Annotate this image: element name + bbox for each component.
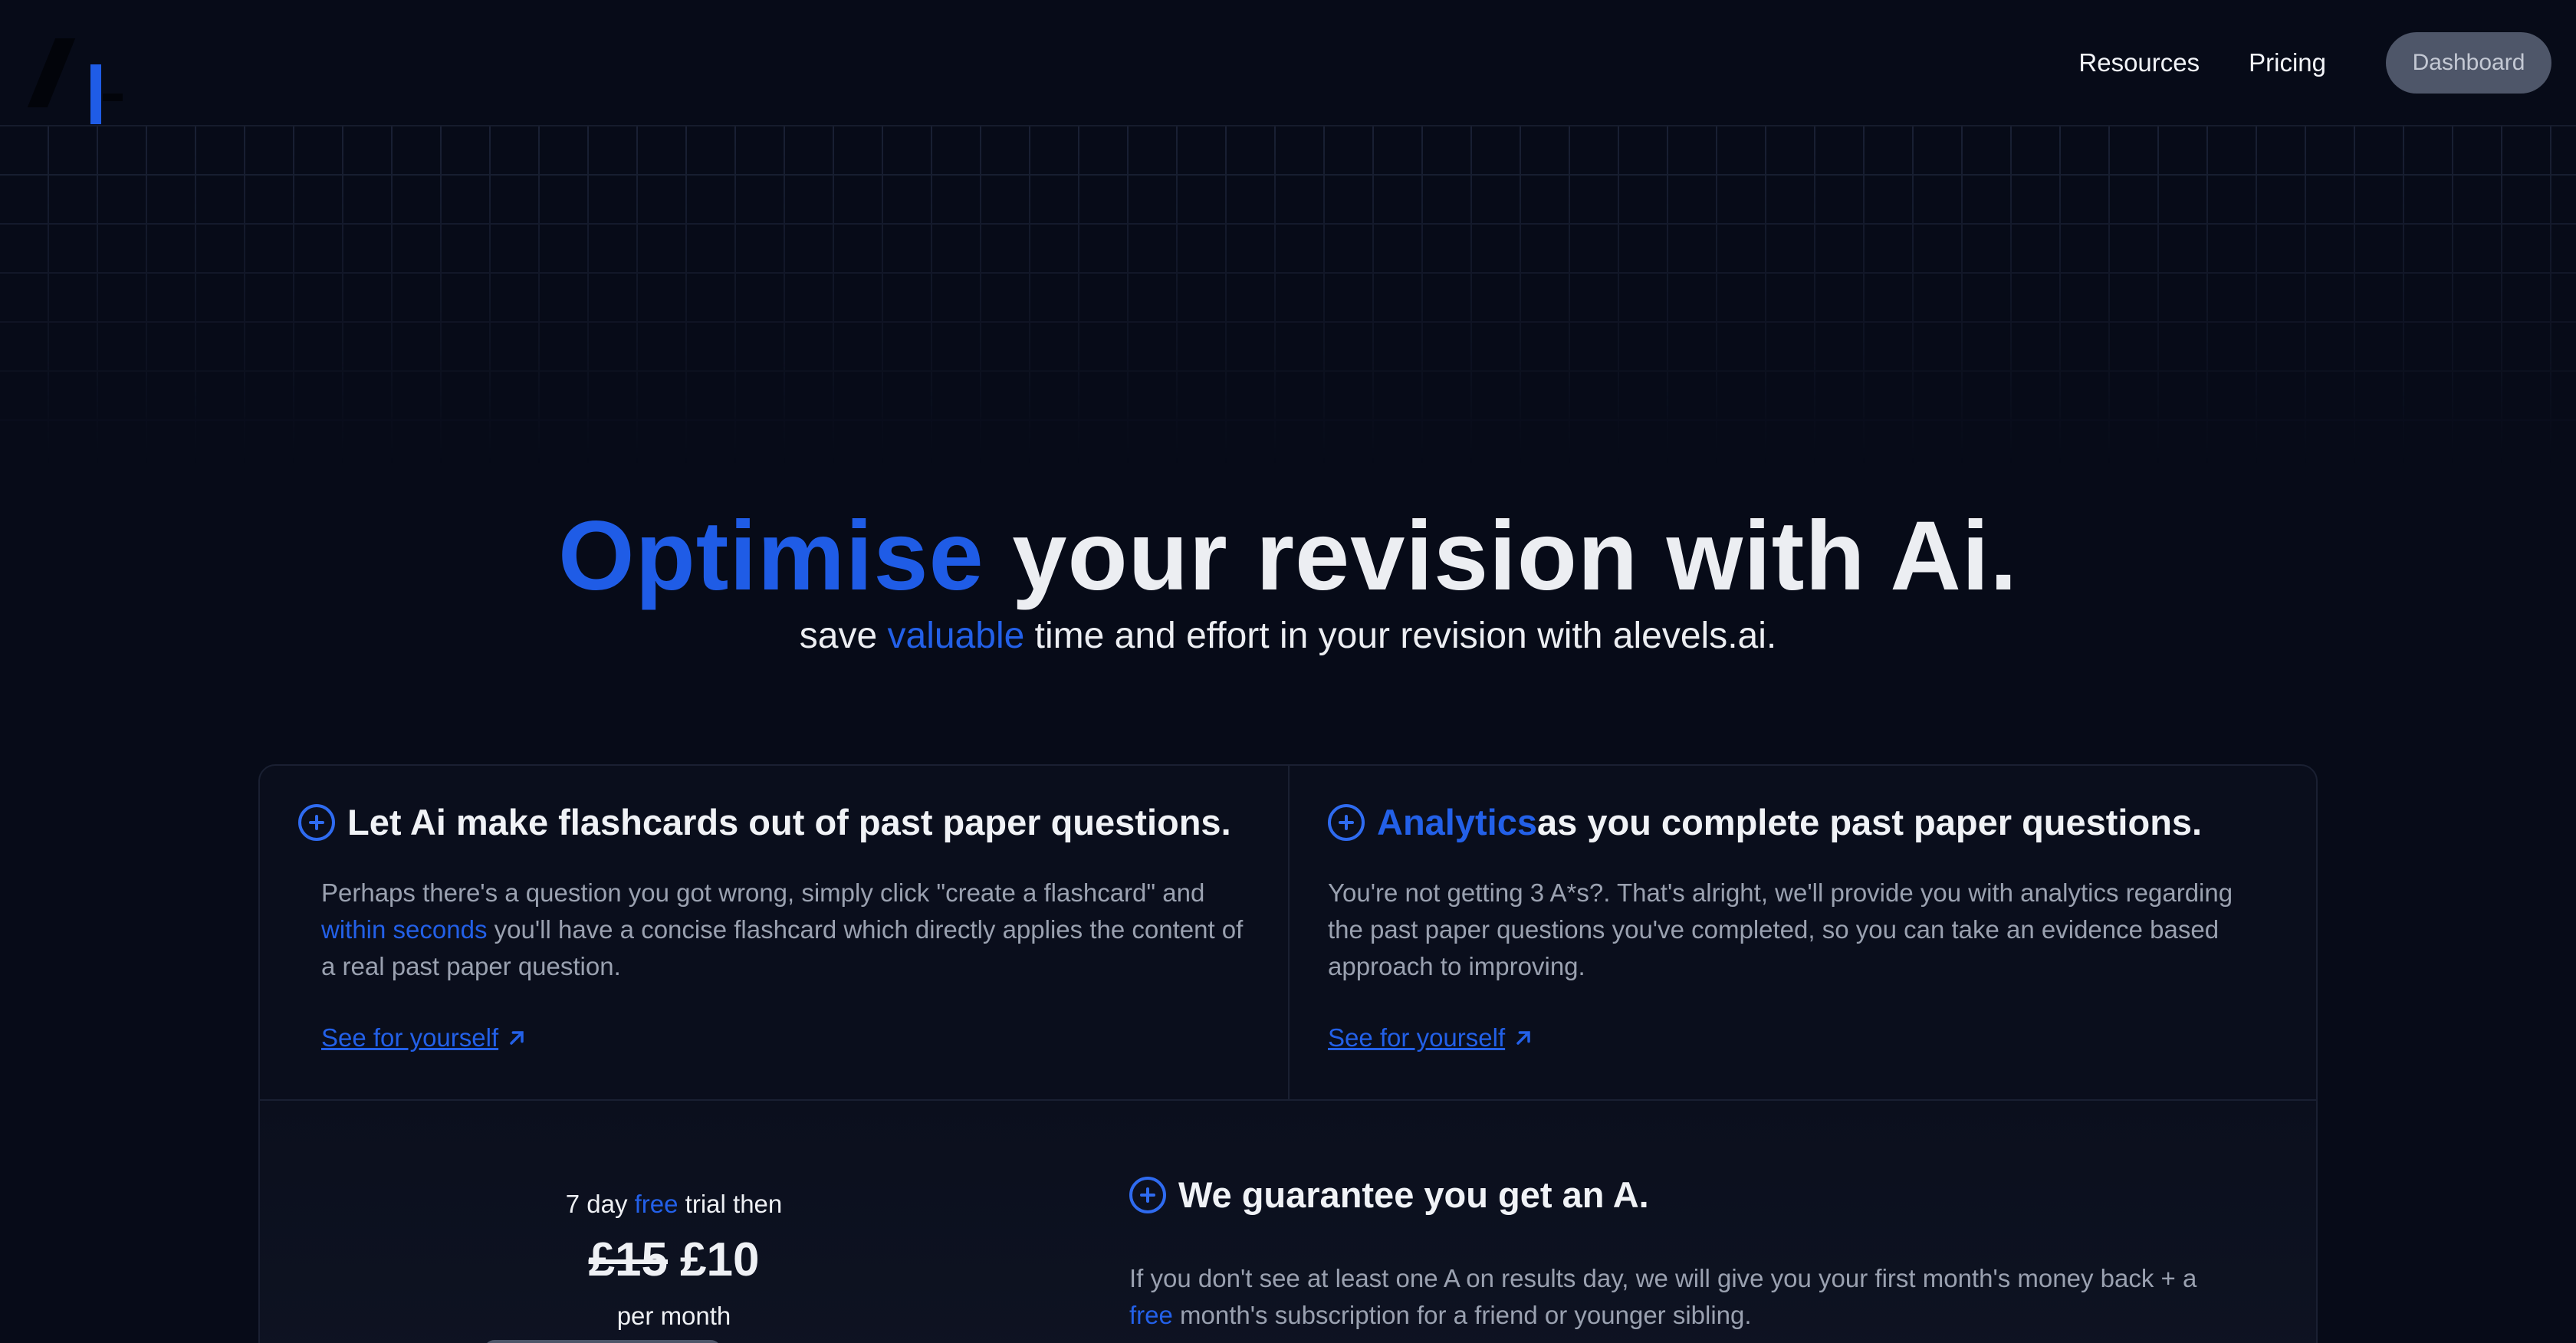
logo[interactable] [26, 25, 123, 124]
trial-text: 7 day free trial then [260, 1190, 1088, 1219]
dashboard-button[interactable]: Dashboard [2386, 31, 2551, 94]
guarantee-body-after: month's subscription for a friend or you… [1172, 1301, 1752, 1329]
hero-subtitle-before: save [799, 616, 888, 656]
pricing-guarantee-panel: 7 day free trial then £15 £10 per month W… [260, 1099, 2316, 1343]
feature-body-before: You're not getting 3 A*s?. That's alrigh… [1328, 878, 2233, 980]
feature-heading: Analytics as you complete past paper que… [1328, 801, 2202, 843]
subscribe-button[interactable] [484, 1340, 721, 1343]
hero-subtitle: save valuable time and effort in your re… [0, 618, 2576, 655]
feature-body: You're not getting 3 A*s?. That's alrigh… [1328, 875, 2263, 985]
nav-link-pricing[interactable]: Pricing [2249, 50, 2326, 75]
trial-before: 7 day [565, 1190, 635, 1218]
logo-tail-shape [103, 93, 123, 101]
price: £15 £10 [260, 1233, 1088, 1287]
hero-subtitle-after: time and effort in your revision with al… [1024, 616, 1777, 656]
hero-title-rest: your revision with Ai. [984, 501, 2018, 611]
guarantee-body-before: If you don't see at least one A on resul… [1129, 1264, 2197, 1292]
feature-card-flashcards: Let Ai make flashcards out of past paper… [260, 766, 1290, 1099]
feature-heading-text: as you complete past paper questions. [1536, 802, 2203, 842]
hero-title-accent: Optimise [558, 501, 984, 611]
page: Resources Pricing Dashboard Optimise you… [0, 0, 2576, 1343]
guarantee-body-accent: free [1129, 1301, 1173, 1329]
grid-background [0, 126, 2576, 464]
feature-heading-accent: Analytics [1377, 802, 1537, 842]
see-for-yourself-label: See for yourself [1328, 1023, 1506, 1052]
feature-body-before: Perhaps there's a question you got wrong… [321, 878, 1205, 907]
navbar: Resources Pricing Dashboard [0, 0, 2576, 126]
hero-title: Optimise your revision with Ai. [0, 507, 2576, 606]
plus-circle-icon [1328, 803, 1365, 841]
plus-circle-icon [1129, 1176, 1166, 1213]
see-for-yourself-link[interactable]: See for yourself [1328, 1023, 1534, 1052]
logo-slash-shape [27, 38, 76, 107]
see-for-yourself-label: See for yourself [321, 1023, 499, 1052]
nav-link-resources[interactable]: Resources [2078, 50, 2200, 75]
trial-accent: free [634, 1190, 678, 1218]
arrow-up-right-icon [510, 1031, 524, 1045]
old-price: £15 [588, 1233, 668, 1286]
new-price: £10 [680, 1233, 760, 1286]
feature-card-analytics: Analytics as you complete past paper que… [1290, 766, 2316, 1099]
see-for-yourself-link[interactable]: See for yourself [321, 1023, 527, 1052]
hero-subtitle-accent: valuable [887, 616, 1025, 656]
trial-after: trial then [678, 1190, 783, 1218]
price-period: per month [616, 1302, 731, 1330]
plus-circle-icon [298, 803, 335, 841]
guarantee-title: We guarantee you get an A. [1178, 1174, 1649, 1215]
feature-heading: Let Ai make flashcards out of past paper… [298, 801, 1231, 843]
arrow-up-right-icon [1516, 1031, 1530, 1045]
nav-links: Resources Pricing Dashboard [2078, 31, 2551, 94]
feature-heading-text: Let Ai make flashcards out of past paper… [347, 802, 1231, 842]
guarantee-body: If you don't see at least one A on resul… [1129, 1260, 2233, 1334]
feature-body-accent: within seconds [321, 915, 488, 944]
features-panel: Let Ai make flashcards out of past paper… [258, 764, 2318, 1343]
feature-body: Perhaps there's a question you got wrong… [321, 875, 1257, 985]
logo-bar-shape [90, 64, 101, 124]
guarantee-heading: We guarantee you get an A. [1129, 1174, 1649, 1216]
